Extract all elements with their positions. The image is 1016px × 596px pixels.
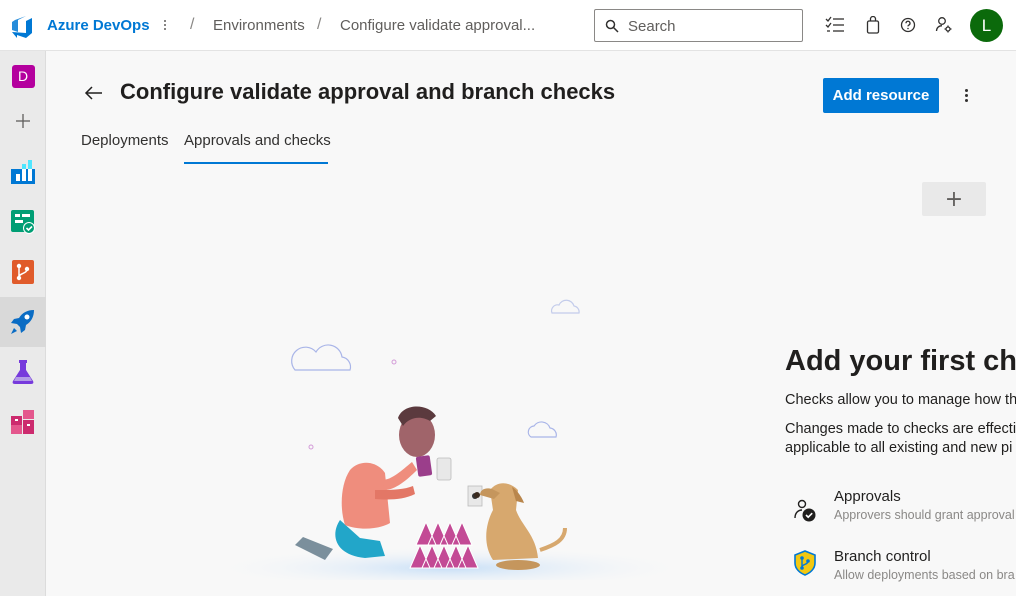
artifacts-icon	[11, 410, 34, 434]
check-description: Approvers should grant approval	[834, 508, 1015, 522]
nav-repos[interactable]	[0, 247, 46, 297]
empty-state-description: Checks allow you to manage how th	[785, 392, 1016, 408]
nav-artifacts[interactable]	[0, 397, 46, 447]
user-settings-icon[interactable]	[934, 15, 954, 35]
project-avatar: D	[11, 64, 35, 88]
user-avatar[interactable]: L	[970, 9, 1003, 42]
branch-control-icon	[794, 550, 816, 576]
help-icon[interactable]	[898, 15, 918, 35]
task-list-icon[interactable]	[825, 15, 845, 35]
breadcrumb-separator: /	[190, 16, 195, 33]
nav-overview[interactable]	[0, 147, 46, 197]
check-description: Allow deployments based on bra	[834, 568, 1015, 582]
breadcrumb-separator: /	[317, 16, 322, 33]
top-bar: Azure DevOps / Environments / Configure …	[0, 0, 1016, 51]
search-box[interactable]	[594, 9, 803, 42]
empty-state-note-line: Changes made to checks are effectiv	[785, 421, 1016, 437]
breadcrumb-environments[interactable]: Environments	[213, 17, 305, 34]
empty-state-illustration	[205, 299, 695, 580]
breadcrumb-current[interactable]: Configure validate approval...	[340, 17, 535, 34]
new-item-button[interactable]	[0, 96, 46, 146]
brand-name[interactable]: Azure DevOps	[47, 17, 150, 34]
approvals-icon	[794, 499, 816, 522]
nav-boards[interactable]	[0, 197, 46, 247]
search-input[interactable]	[628, 17, 793, 35]
back-arrow-icon[interactable]	[83, 82, 105, 104]
check-type-branch-control[interactable]: Branch control	[834, 548, 931, 565]
selected-tab-indicator	[184, 162, 328, 164]
test-plans-icon	[12, 360, 34, 384]
project-switcher[interactable]: D	[0, 51, 46, 101]
more-options-icon[interactable]	[157, 13, 173, 37]
tab-deployments[interactable]: Deployments	[81, 132, 169, 149]
marketplace-bag-icon[interactable]	[863, 15, 883, 35]
pipelines-icon	[11, 310, 34, 334]
page-title: Configure validate approval and branch c…	[120, 79, 616, 104]
nav-pipelines[interactable]	[0, 297, 46, 347]
boards-icon	[11, 210, 35, 234]
add-resource-button[interactable]: Add resource	[823, 78, 939, 113]
add-check-button[interactable]: +	[922, 182, 986, 216]
search-icon	[605, 19, 619, 33]
overview-icon	[11, 160, 35, 184]
nav-test-plans[interactable]	[0, 347, 46, 397]
check-type-approvals[interactable]: Approvals	[834, 488, 901, 505]
empty-state-title: Add your first chec	[785, 345, 1016, 377]
tab-approvals-and-checks[interactable]: Approvals and checks	[184, 132, 331, 149]
more-actions-icon[interactable]	[957, 85, 975, 105]
azure-devops-logo-icon[interactable]	[9, 13, 35, 39]
left-navigation-rail: D	[0, 51, 46, 596]
plus-icon	[16, 114, 30, 128]
empty-state-note-line: applicable to all existing and new pi	[785, 440, 1013, 456]
repos-icon	[12, 260, 34, 284]
